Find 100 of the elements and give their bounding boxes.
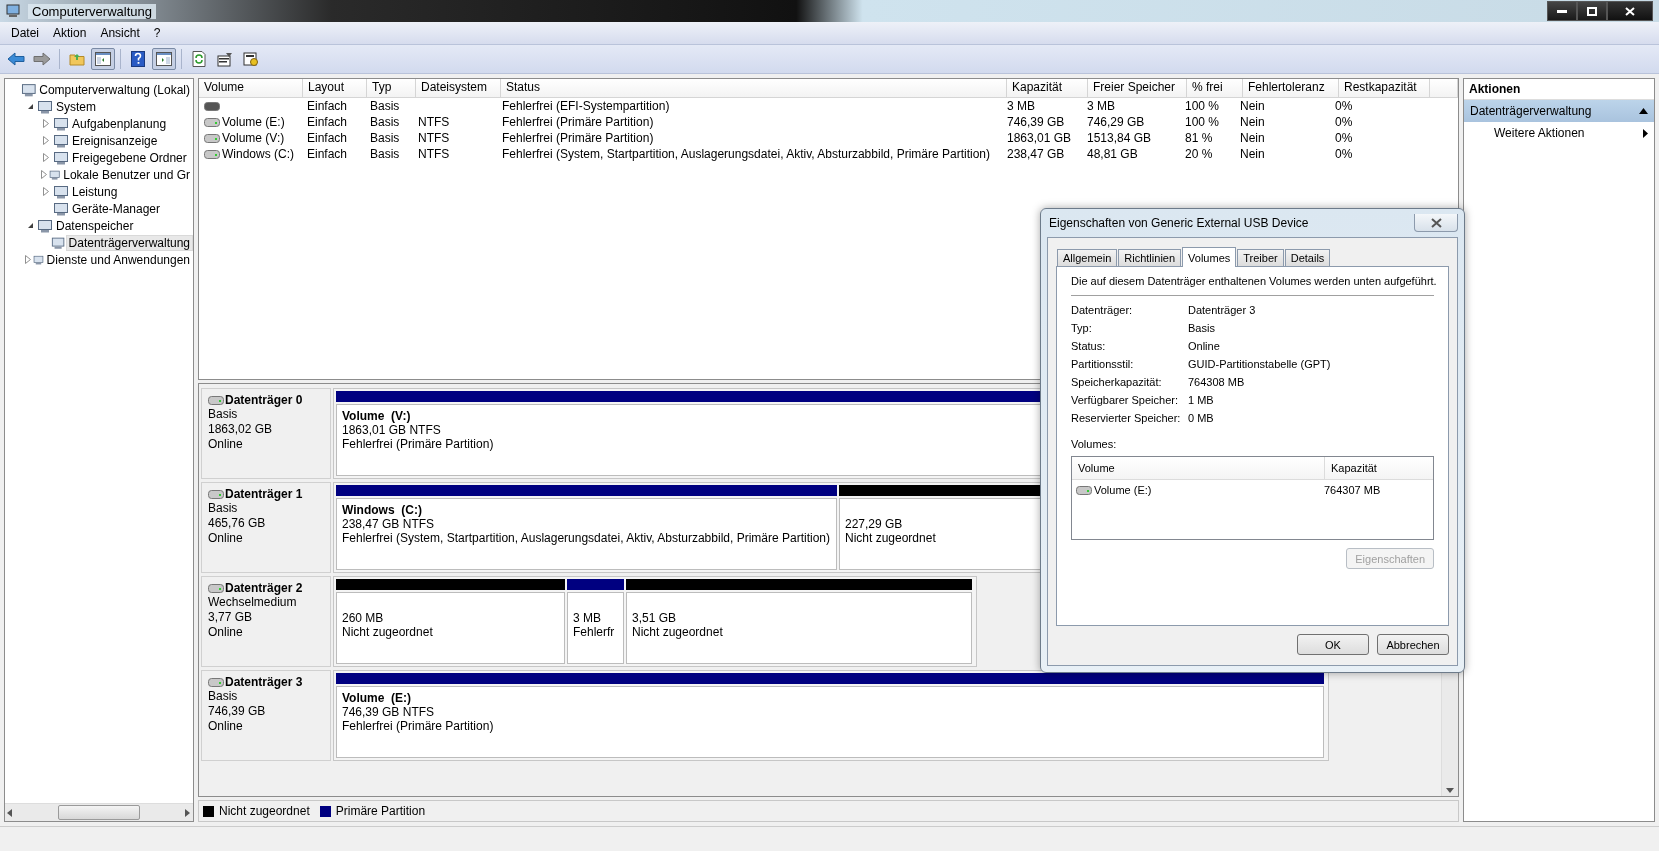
scroll-right-icon[interactable]: [185, 808, 191, 817]
close-button[interactable]: [1607, 1, 1653, 21]
volumes-label: Volumes:: [1071, 438, 1117, 450]
tree-item[interactable]: System: [53, 98, 99, 115]
disk-info-panel[interactable]: Datenträger 0 Basis 1863,02 GB Online: [201, 388, 331, 479]
table-cell: 1513,84 GB: [1087, 131, 1152, 145]
tree-node-icon: [51, 234, 66, 251]
expand-triangle-icon[interactable]: [43, 187, 49, 196]
table-cell: 20 %: [1185, 147, 1213, 161]
dialog-close-button[interactable]: [1414, 214, 1458, 232]
column-header[interactable]: Kapazität: [1007, 79, 1088, 97]
column-header[interactable]: Status: [501, 79, 1007, 97]
minimize-button[interactable]: [1547, 1, 1577, 21]
toolbar-button[interactable]: [91, 48, 115, 70]
tree-item[interactable]: Geräte-Manager: [69, 200, 164, 217]
tree-item[interactable]: Freigegebene Ordner: [69, 149, 190, 166]
table-cell: Einfach: [307, 131, 348, 145]
tree-item[interactable]: Datenspeicher: [53, 217, 137, 234]
disk-info-panel[interactable]: Datenträger 1 Basis 465,76 GB Online: [201, 482, 331, 573]
tree-item[interactable]: Leistung: [69, 183, 121, 200]
maximize-button[interactable]: [1577, 1, 1607, 21]
menu-item[interactable]: Aktion: [46, 24, 94, 42]
menu-item[interactable]: ?: [146, 24, 168, 42]
action-pane-icon: [156, 52, 172, 66]
scroll-left-icon[interactable]: [7, 808, 13, 817]
partition-size: 238,47 GB NTFS: [342, 517, 435, 531]
expand-triangle-icon[interactable]: [43, 153, 49, 162]
dialog-button[interactable]: OK: [1297, 634, 1369, 655]
collapse-triangle-icon[interactable]: [26, 103, 34, 110]
partition-box[interactable]: Windows (C:) 238,47 GB NTFS Fehlerfrei (System, Startpartition, Auslagerungsdatei, Aktiv, Absturzabbild, Primäre Partition): [336, 498, 837, 570]
partition-box[interactable]: Volume (E:) 746,39 GB NTFS Fehlerfrei (Primäre Partition): [336, 686, 1324, 758]
column-header[interactable]: Restkapazität: [1339, 79, 1430, 97]
intro-text: Die auf diesem Datenträger enthaltenen Volumes werden unten aufgeführt.: [1071, 275, 1434, 296]
table-cell: NTFS: [418, 115, 450, 129]
drive-icon: [204, 117, 220, 127]
table-cell: Nein: [1240, 147, 1265, 161]
expand-triangle-icon[interactable]: [24, 255, 31, 264]
drive-icon: [1076, 485, 1092, 495]
tree-node-icon: [53, 132, 69, 149]
tree-item[interactable]: Datenträgerverwaltung: [65, 234, 193, 251]
horizontal-scrollbar[interactable]: [5, 803, 193, 821]
table-cell: Basis: [370, 115, 400, 129]
list-cell[interactable]: Volume (E:): [1094, 484, 1152, 496]
toolbar-button[interactable]: [152, 48, 176, 70]
disk-size: 465,76 GB: [208, 516, 267, 531]
expand-triangle-icon[interactable]: [43, 119, 49, 128]
table-cell: Windows (C:): [222, 147, 294, 161]
property-label: Speicherkapazität:: [1071, 376, 1163, 388]
column-header[interactable]: Volume: [1072, 457, 1325, 479]
partition-box[interactable]: 260 MB Nicht zugeordnet: [336, 592, 565, 664]
drive-icon: [208, 583, 224, 593]
table-cell: 238,47 GB: [1007, 147, 1065, 161]
tree-item[interactable]: Dienste und Anwendungen: [43, 251, 193, 268]
collapse-triangle-icon[interactable]: [26, 222, 34, 229]
dialog-button[interactable]: Abbrechen: [1377, 634, 1449, 655]
tab[interactable]: Details: [1284, 249, 1331, 267]
disk-status: Online: [208, 437, 244, 452]
partition-size: 746,39 GB NTFS: [342, 705, 435, 719]
table-cell: Basis: [370, 147, 400, 161]
tree-item[interactable]: Computerverwaltung (Lokal): [36, 81, 193, 98]
partition-box[interactable]: 3 MB Fehlerfr: [567, 592, 624, 664]
column-header[interactable]: Freier Speicher: [1088, 79, 1187, 97]
tree-node-icon: [53, 149, 69, 166]
column-header[interactable]: Layout: [303, 79, 367, 97]
table-cell: 100 %: [1185, 99, 1220, 113]
folder-icon: [69, 52, 85, 66]
expand-triangle-icon[interactable]: [43, 136, 49, 145]
actions-section[interactable]: Datenträgerverwaltung: [1464, 100, 1654, 122]
column-header[interactable]: Fehlertoleranz: [1243, 79, 1339, 97]
tab[interactable]: Allgemein: [1057, 249, 1118, 267]
window-title: Computerverwaltung: [28, 3, 156, 19]
partition-label: Volume (E:): [342, 691, 412, 705]
tree-item[interactable]: Aufgabenplanung: [69, 115, 170, 132]
column-header[interactable]: % frei: [1187, 79, 1243, 97]
tree-item[interactable]: Lokale Benutzer und Gr: [60, 166, 193, 183]
column-header[interactable]: Typ: [367, 79, 416, 97]
table-cell: Einfach: [307, 99, 348, 113]
disk-info-panel[interactable]: Datenträger 3 Basis 746,39 GB Online: [201, 670, 331, 761]
disk-type: Basis: [208, 689, 239, 704]
tree-item[interactable]: Ereignisanzeige: [69, 132, 161, 149]
action-link[interactable]: Weitere Aktionen: [1494, 126, 1585, 140]
tab[interactable]: Richtlinien: [1118, 249, 1182, 267]
scroll-down-icon[interactable]: [1446, 788, 1454, 794]
column-header[interactable]: Dateisystem: [416, 79, 501, 97]
table-cell: Einfach: [307, 115, 348, 129]
partition-box[interactable]: 3,51 GB Nicht zugeordnet: [626, 592, 972, 664]
menu-item[interactable]: Datei: [4, 24, 46, 42]
tab[interactable]: Volumes: [1182, 247, 1237, 267]
column-header[interactable]: Volume: [199, 79, 303, 97]
expand-triangle-icon[interactable]: [40, 170, 47, 179]
partition-status: Fehlerfr: [573, 625, 615, 639]
scrollbar-thumb[interactable]: [58, 805, 140, 820]
tab[interactable]: Treiber: [1237, 249, 1284, 267]
drive-icon: [208, 395, 224, 405]
list-cell[interactable]: 764307 MB: [1324, 484, 1381, 496]
partition-status: Nicht zugeordnet: [342, 625, 433, 639]
tree-node-icon: [53, 200, 69, 217]
menu-item[interactable]: Ansicht: [93, 24, 147, 42]
disk-info-panel[interactable]: Datenträger 2 Wechselmedium 3,77 GB Online: [201, 576, 331, 667]
tree-node-icon: [53, 183, 69, 200]
